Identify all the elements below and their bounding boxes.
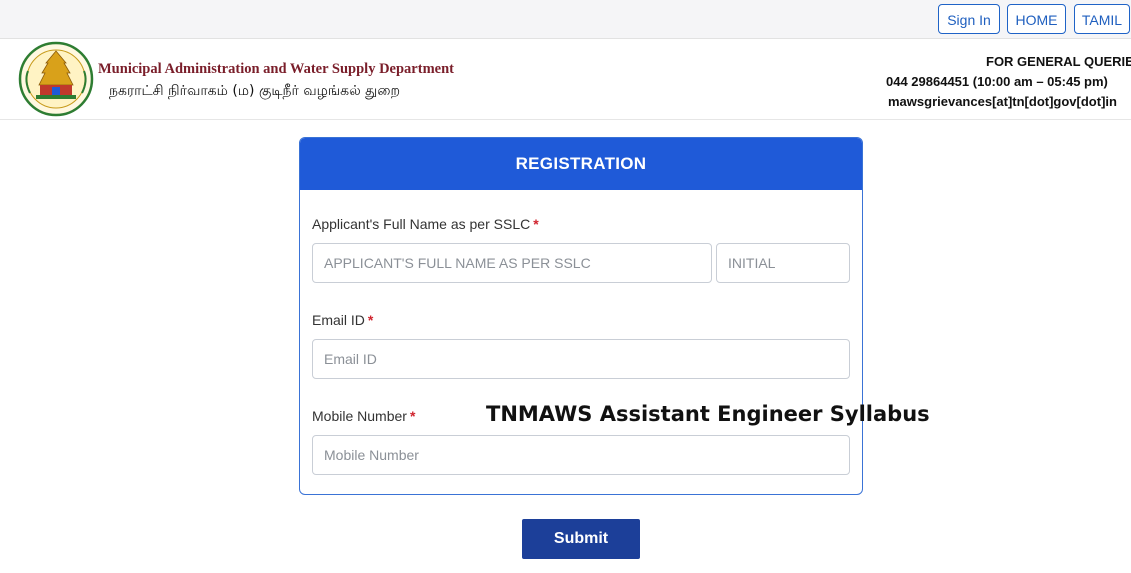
registration-card: REGISTRATION Applicant's Full Name as pe… <box>299 137 863 495</box>
contact-info: FOR GENERAL QUERIES 044 29864451 (10:00 … <box>870 52 1131 112</box>
required-mark: * <box>533 216 539 232</box>
email-input[interactable] <box>312 339 850 379</box>
top-bar: Sign In HOME TAMIL <box>0 0 1131 39</box>
email-label-text: Email ID <box>312 312 365 328</box>
mobile-label: Mobile Number * <box>312 408 415 424</box>
contact-title: FOR GENERAL QUERIES <box>986 54 1131 69</box>
overlay-caption: TNMAWS Assistant Engineer Syllabus <box>486 402 930 426</box>
sign-in-button[interactable]: Sign In <box>938 4 1000 34</box>
full-name-label: Applicant's Full Name as per SSLC * <box>312 216 539 232</box>
required-mark: * <box>367 312 374 328</box>
mobile-input[interactable] <box>312 435 850 475</box>
department-title-english: Municipal Administration and Water Suppl… <box>98 61 454 77</box>
site-header: Municipal Administration and Water Suppl… <box>0 39 1131 120</box>
full-name-label-text: Applicant's Full Name as per SSLC <box>312 216 531 232</box>
email-label: Email ID * <box>312 312 373 328</box>
home-button[interactable]: HOME <box>1007 4 1066 34</box>
registration-title: REGISTRATION <box>300 138 862 190</box>
required-mark: * <box>409 408 416 424</box>
tamil-language-button[interactable]: TAMIL <box>1074 4 1130 34</box>
department-title-tamil: நகராட்சி நிர்வாகம் (ம) குடிநீர் வழங்கல் … <box>109 83 401 99</box>
submit-button[interactable]: Submit <box>522 519 640 559</box>
contact-email: mawsgrievances[at]tn[dot]gov[dot]in <box>888 94 1117 109</box>
initial-input[interactable] <box>716 243 850 283</box>
contact-phone: 044 29864451 (10:00 am – 05:45 pm) <box>886 74 1108 89</box>
tamil-nadu-emblem-icon <box>18 41 94 117</box>
mobile-label-text: Mobile Number <box>312 408 407 424</box>
full-name-input[interactable] <box>312 243 712 283</box>
